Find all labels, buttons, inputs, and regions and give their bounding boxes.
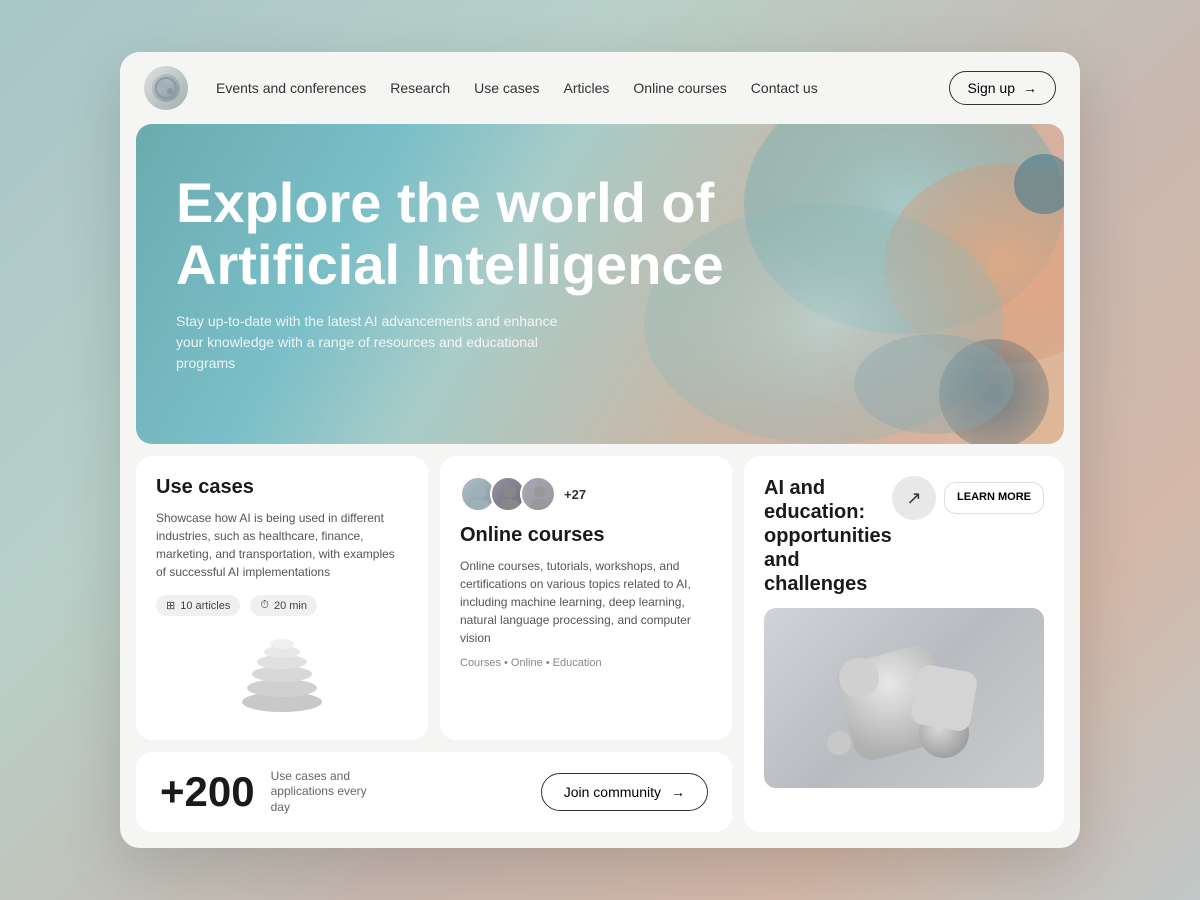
articles-label: 10 articles	[180, 600, 230, 612]
nav-contact[interactable]: Contact us	[751, 80, 818, 96]
courses-title: Online courses	[460, 524, 712, 547]
hero-title: Explore the world of Artificial Intellig…	[176, 172, 856, 295]
time-label: 20 min	[274, 600, 307, 612]
join-label: Join community	[564, 784, 661, 800]
ai-edu-svg	[764, 613, 1044, 783]
nav-articles[interactable]: Articles	[564, 80, 610, 96]
courses-header: +27	[460, 476, 712, 512]
clock-icon: ⏱	[260, 599, 269, 612]
courses-tags: Courses • Online • Education	[460, 657, 712, 669]
ai-education-image	[764, 608, 1044, 788]
nav-links: Events and conferences Research Use case…	[216, 80, 921, 96]
arrow-icon: →	[1023, 80, 1037, 96]
nav-use-cases[interactable]: Use cases	[474, 80, 539, 96]
nav-events[interactable]: Events and conferences	[216, 80, 366, 96]
use-cases-image	[156, 630, 408, 720]
courses-description: Online courses, tutorials, workshops, an…	[460, 557, 712, 647]
learn-more-button[interactable]: LEARN MORE	[944, 482, 1044, 513]
use-cases-description: Showcase how AI is being used in differe…	[156, 509, 408, 581]
articles-tag: ⊞ 10 articles	[156, 595, 240, 616]
nav-online-courses[interactable]: Online courses	[633, 80, 726, 96]
stats-card: +200 Use cases and applications every da…	[136, 752, 732, 832]
ai-edu-header: AI and education: opportunities and chal…	[764, 476, 1044, 596]
signup-label: Sign up	[968, 80, 1015, 96]
use-cases-title: Use cases	[156, 476, 408, 499]
online-courses-card: +27 Online courses Online courses, tutor…	[440, 456, 732, 740]
hero-subtitle: Stay up-to-date with the latest AI advan…	[176, 311, 576, 374]
logo[interactable]	[144, 66, 188, 110]
avatar-3	[520, 476, 556, 512]
arrow-button[interactable]: ↗	[892, 476, 936, 520]
time-tag: ⏱ 20 min	[250, 595, 317, 616]
signup-button[interactable]: Sign up →	[949, 71, 1056, 105]
learn-more-area: ↗ LEARN MORE	[892, 476, 1044, 520]
stats-number: +200	[160, 768, 255, 816]
stats-description: Use cases and applications every day	[271, 769, 381, 816]
nav-research[interactable]: Research	[390, 80, 450, 96]
arrow-icon: ↗	[907, 488, 922, 509]
avatar-count: +27	[564, 487, 586, 502]
hero-section: Explore the world of Artificial Intellig…	[136, 124, 1064, 444]
articles-icon: ⊞	[166, 599, 175, 612]
use-cases-card: Use cases Showcase how AI is being used …	[136, 456, 428, 740]
join-community-button[interactable]: Join community →	[541, 773, 708, 811]
ai-edu-title: AI and education: opportunities and chal…	[764, 476, 892, 596]
navbar: Events and conferences Research Use case…	[120, 52, 1080, 124]
join-arrow-icon: →	[671, 784, 685, 800]
spiral-svg	[232, 630, 332, 720]
use-cases-tags: ⊞ 10 articles ⏱ 20 min	[156, 595, 408, 616]
ai-education-card: AI and education: opportunities and chal…	[744, 456, 1064, 832]
